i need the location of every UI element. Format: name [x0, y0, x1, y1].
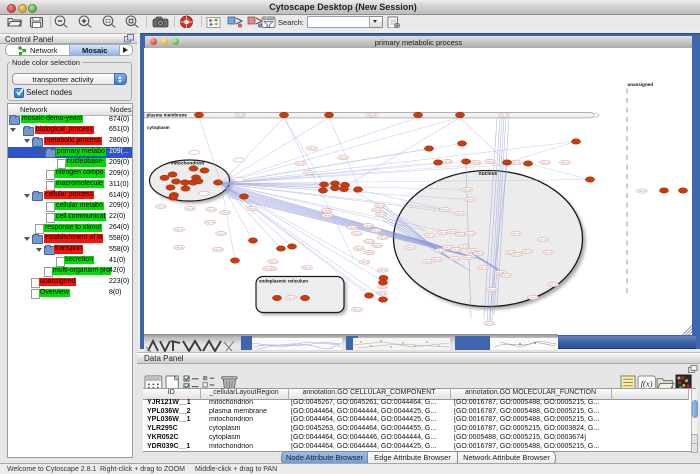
svg-text:Unk nd: Unk nd — [513, 253, 521, 256]
svg-text:Unk nd: Unk nd — [451, 257, 459, 260]
svg-text:Unk nd: Unk nd — [549, 283, 557, 286]
svg-text:Unk nd: Unk nd — [436, 249, 444, 252]
svg-text:Unk nd: Unk nd — [443, 160, 451, 163]
svg-text:Unk nd: Unk nd — [373, 244, 381, 247]
svg-text:plasma membrane: plasma membrane — [147, 112, 188, 117]
svg-text:Unk nd: Unk nd — [379, 269, 387, 272]
svg-text:Unk nd: Unk nd — [296, 162, 304, 165]
svg-text:Unk nd: Unk nd — [456, 212, 464, 215]
svg-text:Unk nd: Unk nd — [541, 161, 549, 164]
svg-text:Unk nd: Unk nd — [353, 308, 361, 311]
svg-text:Unk nd: Unk nd — [426, 234, 434, 237]
svg-text:Unk nd: Unk nd — [372, 229, 380, 232]
svg-text:Unk nd: Unk nd — [406, 246, 414, 249]
svg-text:Unk nd: Unk nd — [287, 296, 295, 299]
svg-text:Unk nd: Unk nd — [373, 209, 381, 212]
svg-text:Unk nd: Unk nd — [475, 252, 483, 255]
svg-text:Unk nd: Unk nd — [353, 232, 361, 235]
svg-text:Unk nd: Unk nd — [175, 246, 183, 249]
svg-text:Unk nd: Unk nd — [355, 247, 363, 250]
svg-text:Unk nd: Unk nd — [561, 161, 569, 164]
svg-text:Unk nd: Unk nd — [157, 205, 165, 208]
svg-text:Unk nd: Unk nd — [207, 208, 215, 211]
svg-text:Unk nd: Unk nd — [638, 190, 646, 193]
svg-text:Unk nd: Unk nd — [529, 296, 537, 299]
svg-text:nucleus: nucleus — [479, 171, 498, 177]
svg-text:Unk nd: Unk nd — [348, 226, 356, 229]
svg-text:Unk nd: Unk nd — [466, 232, 474, 235]
svg-text:Unk nd: Unk nd — [323, 209, 331, 212]
svg-text:Unk nd: Unk nd — [523, 250, 531, 253]
svg-text:Unk nd: Unk nd — [186, 207, 194, 210]
svg-text:cytoplasm: cytoplasm — [147, 125, 170, 130]
svg-text:Unk nd: Unk nd — [339, 156, 347, 159]
svg-text:Unk nd: Unk nd — [441, 208, 449, 211]
svg-text:Unk nd: Unk nd — [323, 214, 331, 217]
svg-text:Unk nd: Unk nd — [221, 211, 229, 214]
svg-text:Unk nd: Unk nd — [502, 274, 510, 277]
svg-text:Unk nd: Unk nd — [379, 285, 387, 288]
svg-text:Unk nd: Unk nd — [269, 260, 277, 263]
svg-text:Unk nd: Unk nd — [368, 114, 376, 117]
svg-text:Unk nd: Unk nd — [539, 238, 547, 241]
svg-text:Unk nd: Unk nd — [466, 198, 474, 201]
svg-text:Unk nd: Unk nd — [457, 233, 465, 236]
svg-text:Unk nd: Unk nd — [361, 261, 369, 264]
svg-text:Unk nd: Unk nd — [463, 188, 471, 191]
svg-text:Unk nd: Unk nd — [512, 232, 520, 235]
svg-text:Unk nd: Unk nd — [479, 266, 487, 269]
svg-text:Unk nd: Unk nd — [206, 221, 214, 224]
svg-text:Unk nd: Unk nd — [488, 288, 496, 291]
svg-text:Unk nd: Unk nd — [433, 258, 441, 261]
svg-text:Unk nd: Unk nd — [460, 245, 468, 248]
svg-text:mitochondrion: mitochondrion — [171, 160, 205, 166]
svg-text:Unk nd: Unk nd — [305, 171, 313, 174]
svg-text:Unk nd: Unk nd — [365, 240, 373, 243]
svg-text:Unk nd: Unk nd — [485, 322, 493, 325]
svg-text:Unk nd: Unk nd — [217, 232, 225, 235]
svg-text:endoplasmic reticulum: endoplasmic reticulum — [259, 278, 308, 283]
svg-text:Unk nd: Unk nd — [364, 224, 372, 227]
svg-text:Unk nd: Unk nd — [512, 161, 520, 164]
svg-text:Unk nd: Unk nd — [264, 267, 272, 270]
svg-text:Unk nd: Unk nd — [214, 248, 222, 251]
svg-text:Unk nd: Unk nd — [378, 292, 386, 295]
svg-text:Unk nd: Unk nd — [365, 251, 373, 254]
svg-text:Unk nd: Unk nd — [500, 114, 508, 117]
svg-text:Unk nd: Unk nd — [379, 236, 387, 239]
svg-text:Unk nd: Unk nd — [175, 228, 183, 231]
svg-text:unassigned: unassigned — [628, 82, 654, 87]
svg-text:Unk nd: Unk nd — [377, 213, 385, 216]
svg-text:Unk nd: Unk nd — [376, 204, 384, 207]
svg-text:Unk nd: Unk nd — [448, 230, 456, 233]
svg-text:Unk nd: Unk nd — [452, 248, 460, 251]
svg-text:Unk nd: Unk nd — [472, 161, 480, 164]
svg-text:Unk nd: Unk nd — [464, 256, 472, 259]
svg-text:Unk nd: Unk nd — [308, 147, 316, 150]
svg-text:Unk nd: Unk nd — [424, 260, 432, 263]
svg-text:Unk nd: Unk nd — [544, 251, 552, 254]
svg-text:Unk nd: Unk nd — [248, 207, 256, 210]
svg-text:Unk nd: Unk nd — [439, 231, 447, 234]
svg-text:Unk nd: Unk nd — [303, 266, 311, 269]
svg-text:Unk nd: Unk nd — [486, 160, 494, 163]
svg-text:Unk nd: Unk nd — [236, 114, 244, 117]
